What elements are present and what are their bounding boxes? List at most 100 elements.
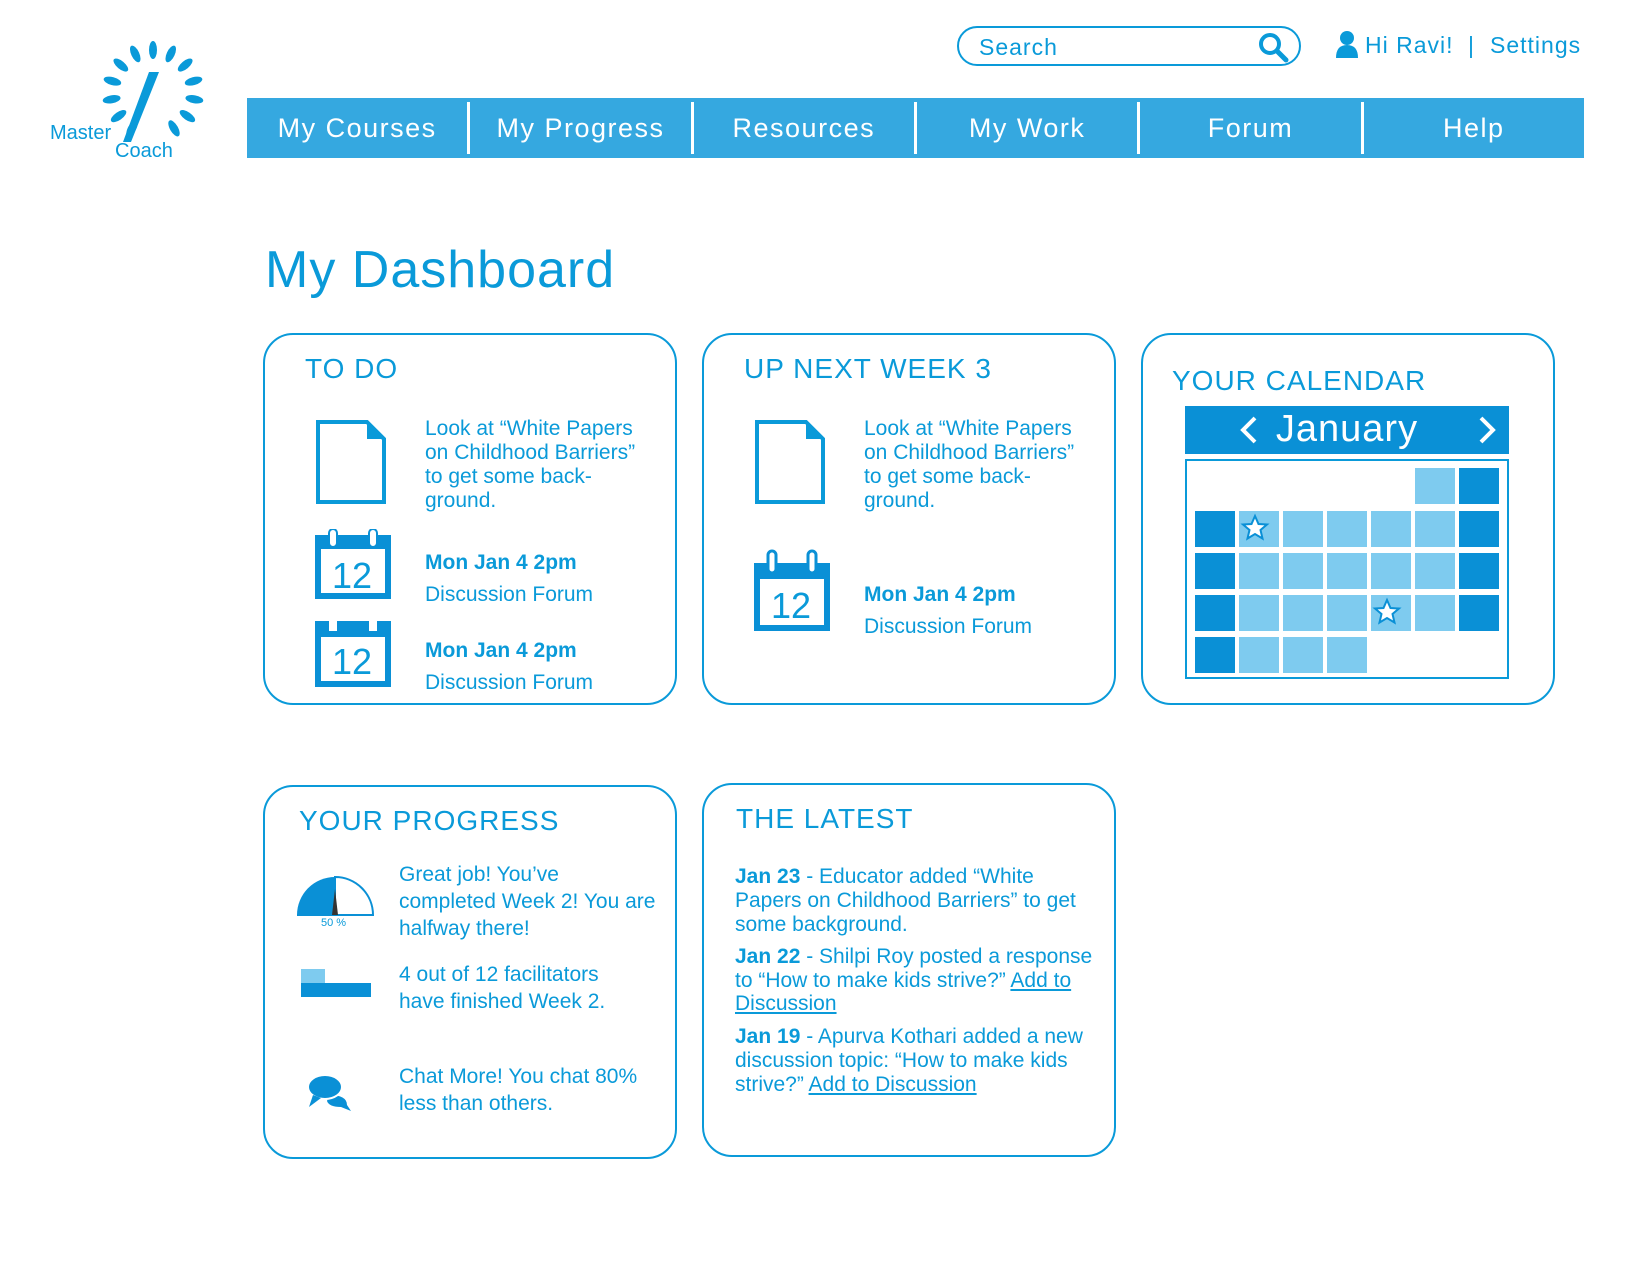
todo-event1-label[interactable]: Discussion Forum xyxy=(425,583,593,607)
add-to-discussion-link-cont[interactable]: Discussion xyxy=(735,992,837,1015)
progress-title: YOUR PROGRESS xyxy=(299,805,560,836)
calendar-day[interactable] xyxy=(1415,553,1455,589)
progress-msg1-l2: completed Week 2! You are xyxy=(399,890,656,913)
nav-resources[interactable]: Resources xyxy=(694,102,917,154)
todo-doc-text-4[interactable]: ground. xyxy=(425,489,496,513)
add-to-discussion-link[interactable]: Add to xyxy=(1010,969,1071,992)
upnext-event-date[interactable]: Mon Jan 4 2pm xyxy=(864,583,1016,607)
calendar-day-starred[interactable] xyxy=(1239,511,1279,547)
latest-title: THE LATEST xyxy=(736,803,914,834)
latest-item2-text2: to “How to make kids strive?” xyxy=(735,969,1011,992)
calendar-day[interactable] xyxy=(1239,595,1279,631)
settings-link[interactable]: Settings xyxy=(1490,32,1581,59)
progress-msg2-l2: have finished Week 2. xyxy=(399,990,606,1013)
search-box xyxy=(957,26,1301,66)
todo-card: TO DO Look at “White Papers on Childhood… xyxy=(263,333,677,705)
chevron-right-icon[interactable] xyxy=(1475,414,1501,446)
latest-item2-line2: to “How to make kids strive?” Add to xyxy=(735,969,1071,993)
latest-item3-date: Jan 19 xyxy=(735,1025,801,1048)
calendar-day-starred[interactable] xyxy=(1371,595,1411,631)
calendar-day[interactable] xyxy=(1239,553,1279,589)
progress-msg3-l2: less than others. xyxy=(399,1092,554,1115)
latest-item1-line2: Papers on Childhood Barriers” to get xyxy=(735,889,1076,912)
header-separator: | xyxy=(1468,32,1474,58)
star-icon xyxy=(1240,513,1270,541)
todo-event2-label[interactable]: Discussion Forum xyxy=(425,671,593,695)
calendar-day[interactable] xyxy=(1327,553,1367,589)
search-input[interactable] xyxy=(977,32,1241,62)
latest-item1-line3: some background. xyxy=(735,913,908,936)
logo-text-coach: Coach xyxy=(115,140,173,162)
calendar-day[interactable] xyxy=(1415,511,1455,547)
calendar-day[interactable] xyxy=(1327,637,1367,673)
up-next-card: UP NEXT WEEK 3 Look at “White Papers on … xyxy=(702,333,1116,705)
latest-item3-line2: discussion topic: “How to make kids xyxy=(735,1049,1068,1072)
progress-gauge-icon xyxy=(297,875,375,916)
calendar-day[interactable] xyxy=(1195,511,1235,547)
latest-item1-line1: Jan 23 - Educator added “White xyxy=(735,865,1034,889)
document-icon[interactable] xyxy=(754,419,826,505)
latest-card: THE LATEST Jan 23 - Educator added “Whit… xyxy=(702,783,1116,1157)
latest-item3-text: - Apurva Kothari added a new xyxy=(800,1025,1083,1048)
todo-event2-day: 12 xyxy=(332,641,373,682)
todo-event2-date[interactable]: Mon Jan 4 2pm xyxy=(425,639,577,663)
progress-msg1-l3: halfway there! xyxy=(399,917,530,940)
calendar-day[interactable] xyxy=(1283,511,1323,547)
calendar-day[interactable] xyxy=(1195,637,1235,673)
calendar-day[interactable] xyxy=(1459,595,1499,631)
latest-item2-line1: Jan 22 - Shilpi Roy posted a response xyxy=(735,945,1092,969)
user-greeting[interactable]: Hi Ravi! xyxy=(1365,32,1454,59)
latest-item3-line1: Jan 19 - Apurva Kothari added a new xyxy=(735,1025,1083,1049)
nav-my-work[interactable]: My Work xyxy=(917,102,1141,154)
latest-item2-line3: Discussion xyxy=(735,992,837,1016)
document-icon[interactable] xyxy=(315,419,387,505)
upnext-event-day: 12 xyxy=(771,585,812,626)
calendar-day[interactable] xyxy=(1283,595,1323,631)
calendar-day[interactable] xyxy=(1327,511,1367,547)
calendar-day[interactable] xyxy=(1459,553,1499,589)
star-icon xyxy=(1372,597,1402,625)
calendar-day[interactable] xyxy=(1283,553,1323,589)
nav-forum[interactable]: Forum xyxy=(1140,102,1364,154)
calendar-day[interactable] xyxy=(1195,553,1235,589)
todo-event1-date[interactable]: Mon Jan 4 2pm xyxy=(425,551,577,575)
todo-doc-text-2[interactable]: on Childhood Barriers” xyxy=(425,441,635,465)
calendar-month: January xyxy=(1275,408,1419,450)
upnext-event-label[interactable]: Discussion Forum xyxy=(864,615,1032,639)
calendar-day[interactable] xyxy=(1327,595,1367,631)
nav-my-courses[interactable]: My Courses xyxy=(247,102,471,154)
calendar-day[interactable] xyxy=(1371,553,1411,589)
calendar-day[interactable] xyxy=(1283,637,1323,673)
gauge-label: 50 % xyxy=(321,917,347,929)
search-icon[interactable] xyxy=(1257,31,1289,63)
upnext-doc-text-4[interactable]: ground. xyxy=(864,489,935,513)
upnext-doc-text-1[interactable]: Look at “White Papers xyxy=(864,417,1072,441)
calendar-title: YOUR CALENDAR xyxy=(1172,365,1427,396)
logo-text-master: Master xyxy=(50,122,112,144)
upnext-doc-text-2[interactable]: on Childhood Barriers” xyxy=(864,441,1074,465)
progress-card: YOUR PROGRESS 50 % Great job! You’ve com… xyxy=(263,785,677,1159)
calendar-day[interactable] xyxy=(1415,468,1455,504)
todo-doc-text-1[interactable]: Look at “White Papers xyxy=(425,417,633,441)
nav-my-progress[interactable]: My Progress xyxy=(470,102,694,154)
calendar-header: January xyxy=(1185,406,1509,454)
calendar-day[interactable] xyxy=(1415,595,1455,631)
calendar-day[interactable] xyxy=(1459,511,1499,547)
add-to-discussion-link[interactable]: Add to Discussion xyxy=(809,1073,977,1096)
progress-msg1-l1: Great job! You’ve xyxy=(399,863,559,886)
latest-item2-date: Jan 22 xyxy=(735,945,801,968)
calendar-day[interactable] xyxy=(1459,468,1499,504)
latest-item2-text: - Shilpi Roy posted a response xyxy=(800,945,1093,968)
todo-title: TO DO xyxy=(305,353,399,384)
todo-doc-text-3[interactable]: to get some back- xyxy=(425,465,592,489)
page-title: My Dashboard xyxy=(265,241,616,299)
latest-item3-text3: strive?” xyxy=(735,1073,809,1096)
calendar-day[interactable] xyxy=(1239,637,1279,673)
calendar-day[interactable] xyxy=(1195,595,1235,631)
latest-item1-text: - Educator added “White xyxy=(800,865,1034,888)
calendar-grid xyxy=(1185,459,1509,679)
nav-help[interactable]: Help xyxy=(1364,102,1584,154)
calendar-day[interactable] xyxy=(1371,511,1411,547)
user-icon xyxy=(1336,31,1358,58)
upnext-doc-text-3[interactable]: to get some back- xyxy=(864,465,1031,489)
